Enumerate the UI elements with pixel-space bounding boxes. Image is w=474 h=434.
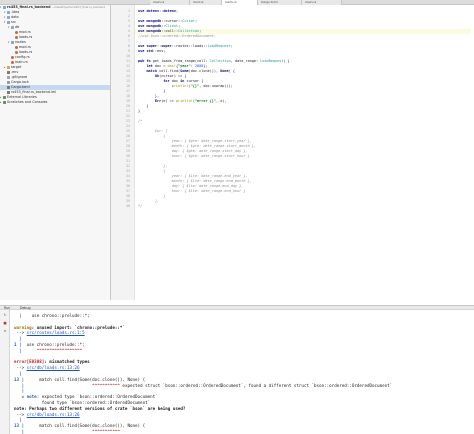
file-icon <box>7 75 10 79</box>
rust-file-icon <box>15 45 18 49</box>
project-tree-item-label: mod.rs <box>19 30 31 34</box>
project-tree-item[interactable]: ▸ Scratches and Consoles <box>0 100 110 105</box>
console-line: --> src/routes/loads.rs:1:5 <box>14 330 85 336</box>
console-line: | ^^^^^^^^^^^ <box>14 429 120 434</box>
line-number-gutter: 1 2 3 4 5 6 7 8 9 10 11 12 13 14 15 16 17 18 19 20 21 22 23 24 2… <box>111 5 135 300</box>
project-tree-item-label: data <box>11 15 19 19</box>
code-line[interactable]: } <box>138 109 140 114</box>
console-line: | ^^^^^^^^^^^ expected struct `bson::ord… <box>14 382 393 388</box>
project-tree-item-label: routes <box>15 40 26 44</box>
project-tree-item-label: db <box>15 25 20 29</box>
folder-icon <box>7 10 10 14</box>
code-line[interactable]: use std::env; <box>138 49 165 54</box>
scroll-icon[interactable]: ≡ <box>3 329 7 333</box>
console-line: --> src/db/loads.rs:13:26 <box>14 365 80 371</box>
rust-file-icon <box>11 55 14 59</box>
code-line[interactable]: //use bson::ordered::OrderedDocument; <box>138 34 216 39</box>
rust-file-icon <box>15 50 18 54</box>
folder-icon <box>7 20 10 24</box>
project-tree-item-label: .env <box>11 70 19 74</box>
project-tree-item-label: Cargo.lock <box>11 80 29 84</box>
project-tree-item-label: rs453_final.rs_backend.iml <box>11 90 57 94</box>
project-tree-item-label: .gitignore <box>11 75 28 79</box>
folder-icon <box>11 40 14 44</box>
project-tree-item-label: config.rs <box>15 55 30 59</box>
project-tree-item-label: External Libraries <box>7 95 37 99</box>
library-icon <box>3 95 6 99</box>
code-editor[interactable]: use dotenv::dotenv; use mongodb::cursor::… <box>135 5 474 300</box>
folder-icon <box>7 15 10 19</box>
project-tree-item-label: loads.rs <box>19 35 33 39</box>
project-root-label: rs453_final.rs_backend <box>7 5 51 9</box>
run-console-output[interactable]: | use chrono::prelude::*; warning: unused… <box>11 310 474 434</box>
file-icon <box>7 85 10 89</box>
rust-file-icon <box>15 35 18 39</box>
code-line[interactable]: use dotenv::dotenv; <box>138 9 178 14</box>
code-line[interactable]: */ <box>138 204 142 209</box>
project-tree-item-label: target <box>11 65 22 69</box>
project-root-path: ~/IdeaProjects/rs453_final.rs_backend <box>51 5 105 9</box>
file-icon <box>7 90 10 94</box>
line-number: 40 <box>126 204 130 208</box>
rerun-icon[interactable]: ↻ <box>3 313 7 317</box>
run-toolbar: ↻ ■ ≡ <box>0 310 10 434</box>
folder-icon <box>11 25 14 29</box>
project-tree-item-label: Scratches and Consoles <box>7 100 48 104</box>
code-line[interactable]: hour: { $gte: date_range.start_hour } <box>138 154 250 159</box>
console-line: | use chrono::prelude::*; <box>14 313 90 318</box>
project-tree-item-label: src <box>11 20 16 24</box>
project-tree-item-label: .idea <box>11 10 20 14</box>
rust-file-icon <box>11 60 14 64</box>
console-line: | ^^^^^^^^^^^^^^^^^^ <box>14 347 83 353</box>
stop-icon[interactable]: ■ <box>3 321 7 325</box>
file-icon <box>7 80 10 84</box>
project-tree-item-label: mod.rs <box>19 45 31 49</box>
folder-icon <box>7 65 10 69</box>
project-tree-item-label: main.rs <box>15 60 28 64</box>
project-tree-item-label: loads.rs <box>19 50 33 54</box>
console-line: --> src/db/loads.rs:13:26 <box>14 411 80 417</box>
code-line[interactable]: /* <box>138 119 142 124</box>
file-icon <box>7 70 10 74</box>
folder-icon <box>3 5 6 9</box>
code-line[interactable]: Err(e) => println!("error {}", e), <box>138 99 227 104</box>
project-tree-item-label: Cargo.toml <box>11 85 30 89</box>
project-panel: ▾ rs453_final.rs_backend ~/IdeaProjects/r… <box>0 5 111 300</box>
rust-file-icon <box>15 30 18 34</box>
library-icon <box>3 100 6 104</box>
